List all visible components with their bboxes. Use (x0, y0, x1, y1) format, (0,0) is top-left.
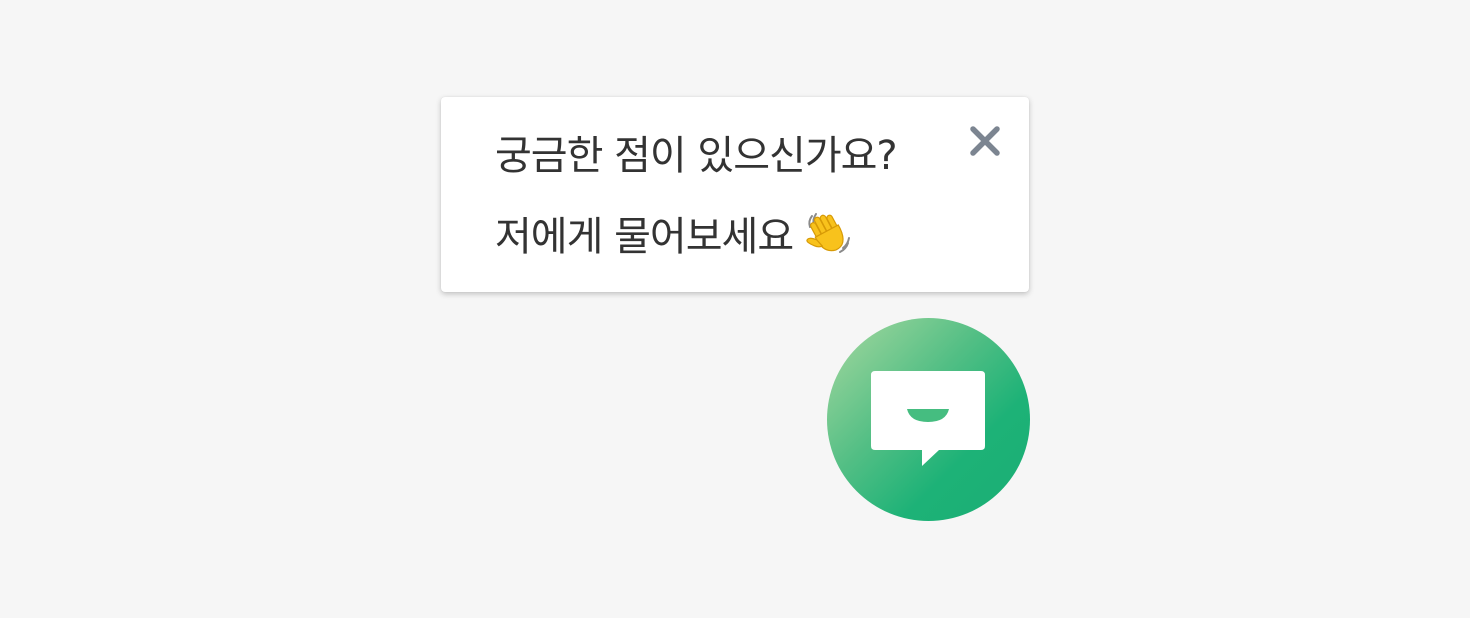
chat-bubble-icon (871, 371, 985, 466)
wave-hand-icon (803, 206, 855, 258)
close-button[interactable] (967, 123, 1003, 159)
greeting-line-1: 궁금한 점이 있으신가요? (495, 133, 898, 179)
greeting-line-2: 저에게 물어보세요 (495, 214, 794, 260)
chat-greeting-popup: 궁금한 점이 있으신가요? 저에게 물어보세요 (441, 97, 1029, 292)
close-icon (970, 126, 1000, 156)
greeting-line-2-container: 저에게 물어보세요 (495, 206, 855, 261)
chat-launcher-button[interactable] (827, 318, 1030, 521)
